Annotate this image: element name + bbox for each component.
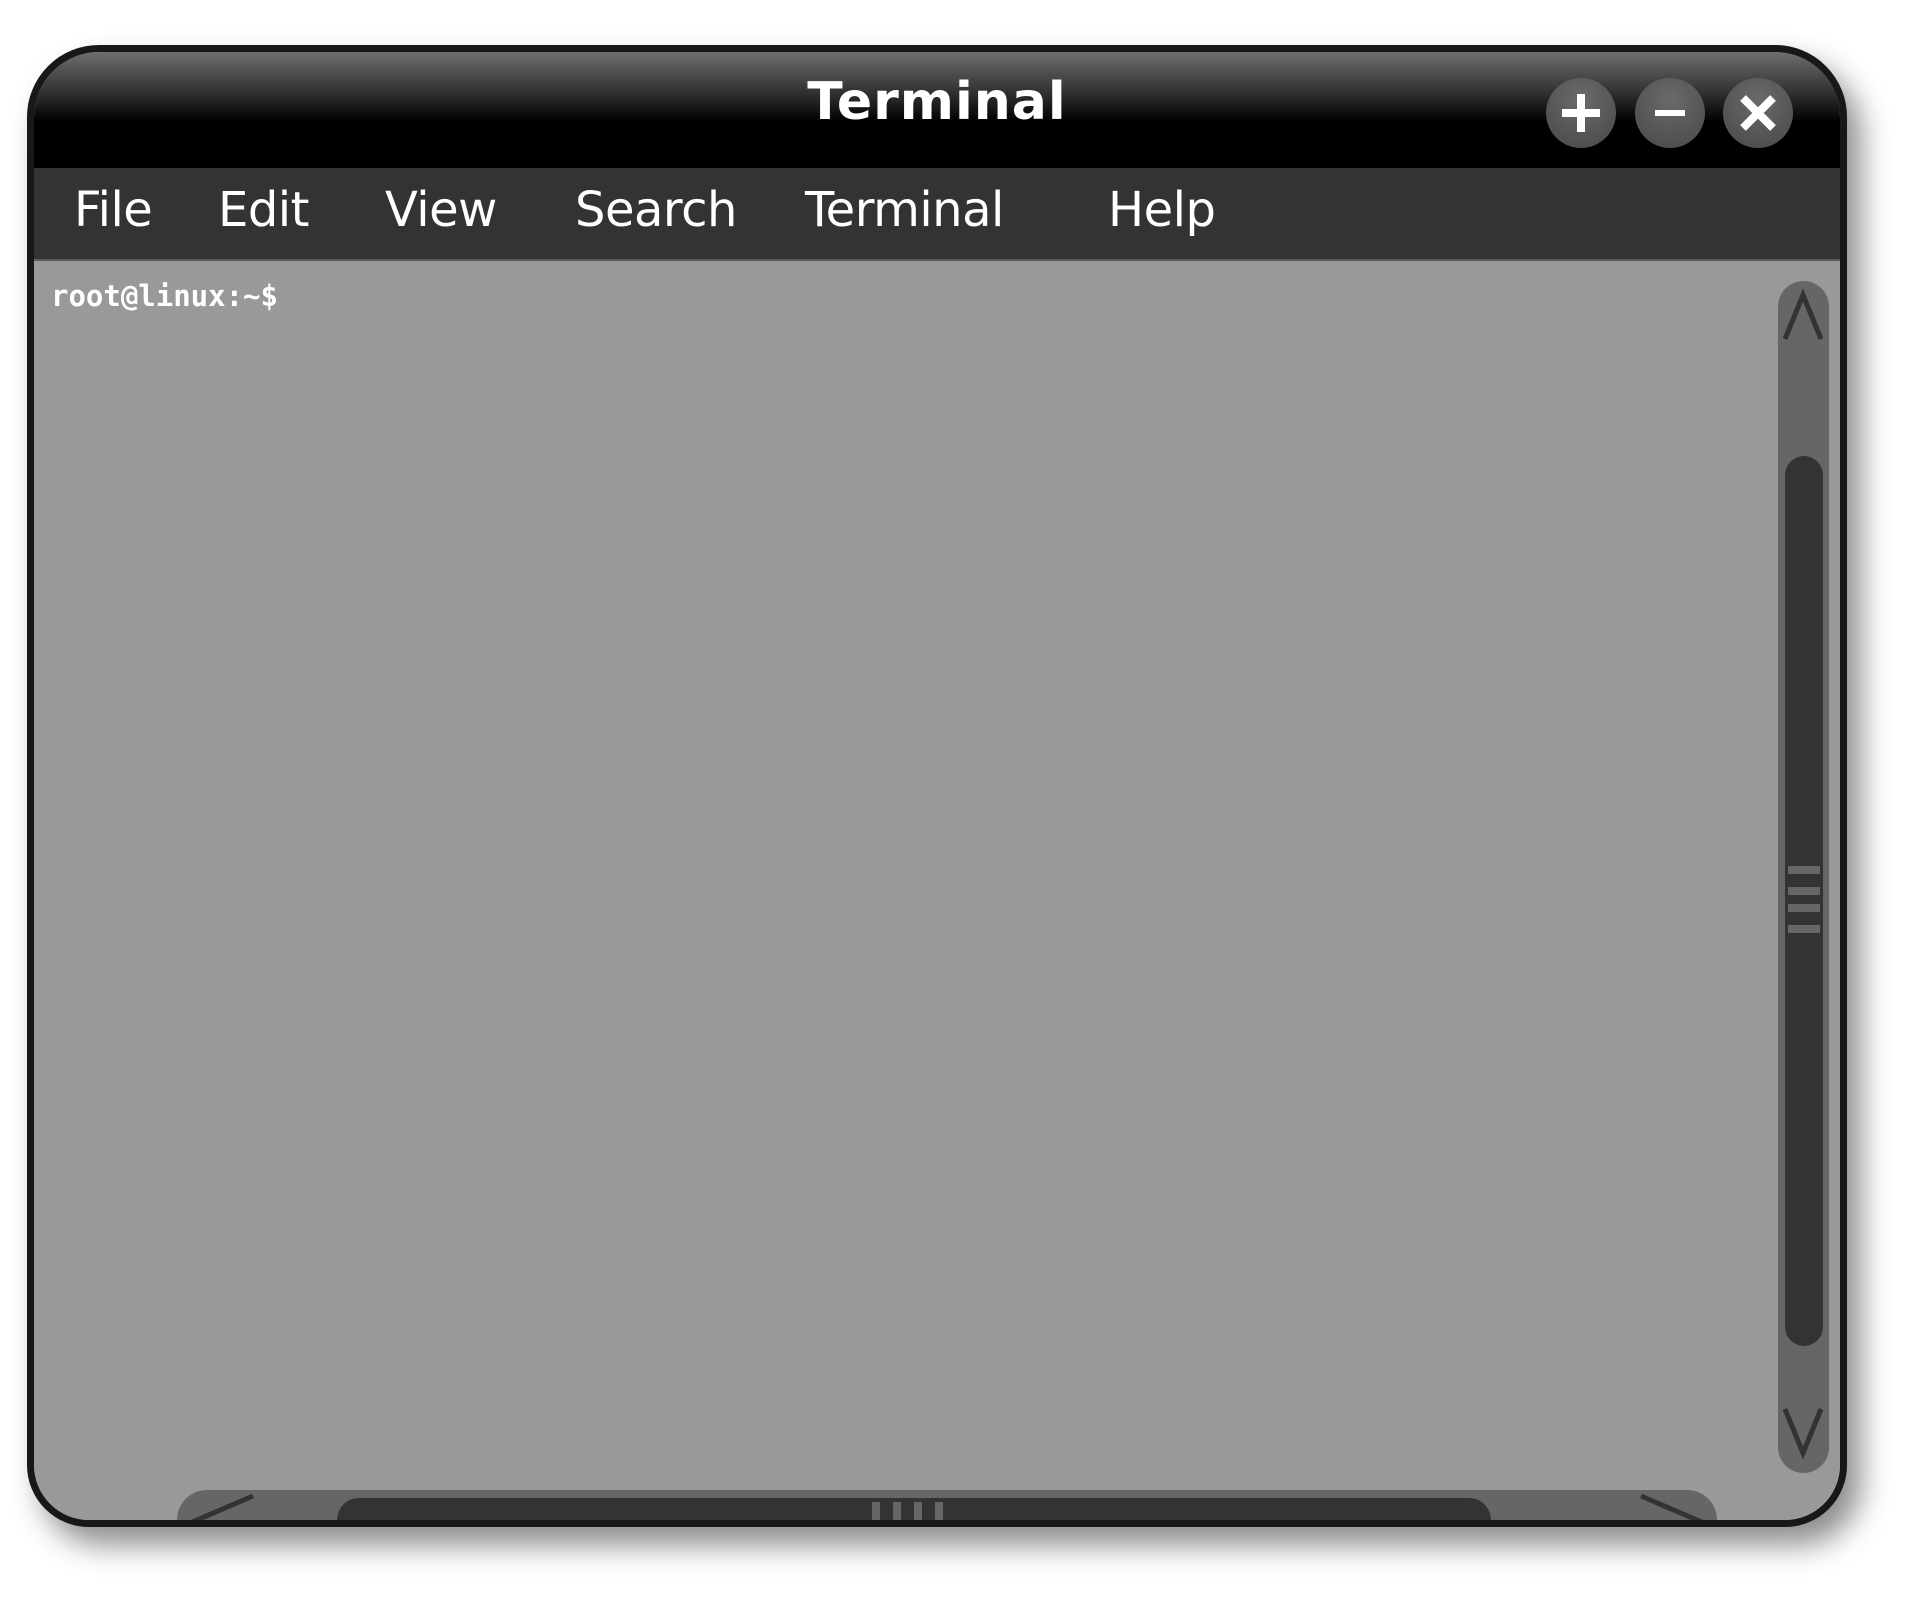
minimize-button[interactable] — [1635, 78, 1705, 148]
vertical-scroll-thumb[interactable] — [1785, 456, 1823, 1346]
maximize-button[interactable] — [1546, 78, 1616, 148]
menu-bar: File Edit View Search Terminal Help — [34, 168, 1840, 261]
grip-line — [872, 1502, 880, 1520]
horizontal-scroll-thumb[interactable] — [337, 1498, 1491, 1520]
horizontal-scrollbar[interactable] — [177, 1490, 1717, 1520]
terminal-output-area[interactable]: root@linux:~$ — [34, 261, 1840, 1520]
grip-line — [935, 1502, 943, 1520]
grip-line — [1788, 887, 1820, 895]
scroll-up-button[interactable] — [1781, 287, 1826, 345]
terminal-window: Terminal File Edit View Search Terminal … — [27, 45, 1847, 1527]
grip-line — [1788, 904, 1820, 912]
chevron-down-icon — [1782, 1408, 1824, 1460]
grip-line — [1788, 866, 1820, 874]
scroll-right-button[interactable] — [1639, 1492, 1704, 1520]
chevron-up-icon — [1782, 288, 1824, 340]
grip-line — [1788, 925, 1820, 933]
menu-help[interactable]: Help — [1108, 182, 1216, 238]
menu-terminal[interactable]: Terminal — [805, 182, 1004, 238]
vertical-scrollbar[interactable] — [1778, 281, 1829, 1473]
grip-line — [893, 1502, 901, 1520]
shell-prompt: root@linux:~$ — [51, 279, 278, 313]
close-button[interactable] — [1723, 78, 1793, 148]
grip-line — [914, 1502, 922, 1520]
menu-search[interactable]: Search — [575, 182, 737, 238]
scroll-left-button[interactable] — [190, 1492, 255, 1520]
close-icon — [1740, 95, 1776, 131]
title-bar[interactable]: Terminal — [34, 52, 1840, 168]
menu-edit[interactable]: Edit — [218, 182, 309, 238]
chevron-right-icon — [1640, 1493, 1704, 1520]
menu-view[interactable]: View — [385, 182, 497, 238]
plus-icon — [1562, 94, 1600, 132]
scroll-down-button[interactable] — [1781, 1403, 1826, 1461]
minus-icon — [1655, 110, 1685, 116]
chevron-left-icon — [190, 1493, 254, 1520]
menu-file[interactable]: File — [74, 182, 153, 238]
